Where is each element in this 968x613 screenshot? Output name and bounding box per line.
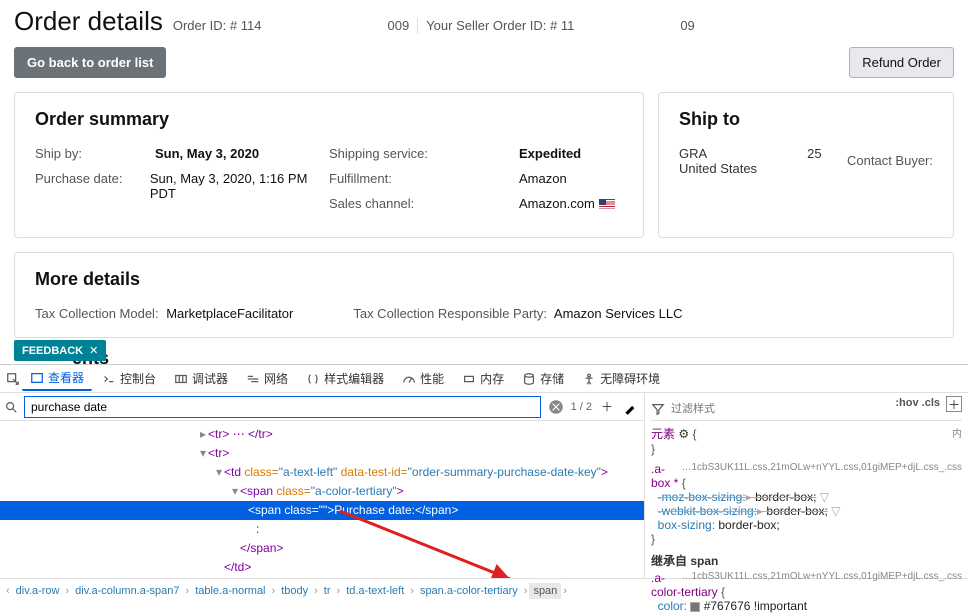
ship-to-heading: Ship to [679, 109, 847, 130]
tab-performance[interactable]: 性能 [394, 367, 452, 390]
purchase-date-key: Purchase date: [35, 171, 150, 201]
eyedropper-icon[interactable] [622, 398, 640, 416]
hov-cls-toggle[interactable]: :hov .cls [895, 397, 940, 409]
add-rule-icon[interactable]: ＋ [946, 396, 962, 412]
more-details-heading: More details [35, 269, 933, 290]
order-summary-card: Order summary Ship by:Sun, May 3, 2020 P… [14, 92, 644, 238]
ship-to-country: United States [679, 161, 847, 176]
order-id-tail: 009 [387, 18, 409, 33]
purchase-date-value: Sun, May 3, 2020, 1:16 PM PDT [150, 171, 329, 201]
ship-by-value: Sun, May 3, 2020 [155, 146, 259, 161]
clear-search-icon[interactable] [547, 398, 565, 416]
tax-model-key: Tax Collection Model: [35, 306, 159, 321]
tab-debugger[interactable]: 调试器 [166, 367, 236, 390]
dom-tree[interactable]: ▸<tr> ⋯ </tr> ▾<tr> ▾<td class="a-text-l… [0, 421, 644, 578]
tab-style-editor[interactable]: 样式编辑器 [298, 367, 392, 390]
search-icon [4, 400, 18, 414]
feedback-badge[interactable]: FEEDBACK✕ [14, 340, 106, 361]
tab-console[interactable]: 控制台 [94, 367, 164, 390]
source-file-link[interactable]: …1cbS3UK11L.css,21mOLw+nYYL.css,01giMEP+… [682, 462, 963, 473]
fulfillment-key: Fulfillment: [329, 171, 519, 186]
refund-order-button[interactable]: Refund Order [849, 47, 954, 78]
filter-prop-icon[interactable]: ▽ [831, 504, 840, 518]
seller-order-id-label: Your Seller Order ID: # 11 [426, 18, 574, 33]
close-icon[interactable]: ✕ [89, 345, 98, 357]
order-id-label: Order ID: # 114 [173, 18, 262, 33]
page-title-row: Order details Order ID: # 114 009 Your S… [14, 0, 954, 47]
order-summary-heading: Order summary [35, 109, 623, 130]
us-flag-icon [599, 199, 615, 210]
tab-storage[interactable]: 存储 [514, 367, 572, 390]
pick-element-icon[interactable] [6, 372, 20, 386]
filter-prop-icon[interactable]: ▽ [820, 490, 829, 504]
add-icon[interactable]: ＋ [598, 398, 616, 416]
gear-icon[interactable]: ⚙ [678, 427, 689, 441]
styles-pane: :hov .cls ＋ 元素 ⚙ {内} …1cbS3UK11L.css,21m… [645, 393, 968, 578]
inherited-from-label: 继承自 span [651, 552, 962, 569]
tab-memory[interactable]: 内存 [454, 367, 512, 390]
seller-order-id-tail: 09 [680, 18, 694, 33]
sales-channel-key: Sales channel: [329, 196, 519, 211]
tab-inspector[interactable]: 查看器 [22, 366, 92, 391]
fulfillment-value: Amazon [519, 171, 567, 186]
devtools-panel: 查看器 控制台 调试器 网络 样式编辑器 性能 内存 存储 无障碍环境 1 / … [0, 364, 968, 605]
selected-node[interactable]: <span class="">Purchase date:</span> [0, 501, 644, 520]
shipping-service-value: Expedited [519, 146, 581, 161]
filter-icon[interactable] [651, 402, 665, 416]
tab-accessibility[interactable]: 无障碍环境 [574, 367, 668, 390]
ship-to-card: Ship to GRA 25 United States Contact Buy… [658, 92, 954, 238]
sales-channel-value: Amazon.com [519, 196, 595, 211]
source-file-link[interactable]: …1cbS3UK11L.css,21mOLw+nYYL.css,01giMEP+… [682, 571, 963, 582]
tab-network[interactable]: 网络 [238, 367, 296, 390]
shipping-service-key: Shipping service: [329, 146, 519, 161]
color-swatch-icon[interactable] [690, 602, 700, 612]
tax-party-key: Tax Collection Responsible Party: [353, 306, 547, 321]
contact-buyer-label: Contact Buyer: [847, 153, 933, 168]
tax-party-value: Amazon Services LLC [554, 306, 683, 321]
tax-model-value: MarketplaceFacilitator [166, 306, 293, 321]
more-details-card: More details Tax Collection Model: Marke… [14, 252, 954, 338]
page-title: Order details [14, 6, 163, 37]
ship-to-name-b: 25 [807, 146, 821, 161]
separator [417, 18, 418, 34]
go-back-button[interactable]: Go back to order list [14, 47, 166, 78]
ship-to-name-a: GRA [679, 146, 707, 161]
search-count: 1 / 2 [571, 401, 592, 413]
ship-by-key: Ship by: [35, 146, 155, 161]
devtools-search-input[interactable] [24, 396, 541, 418]
